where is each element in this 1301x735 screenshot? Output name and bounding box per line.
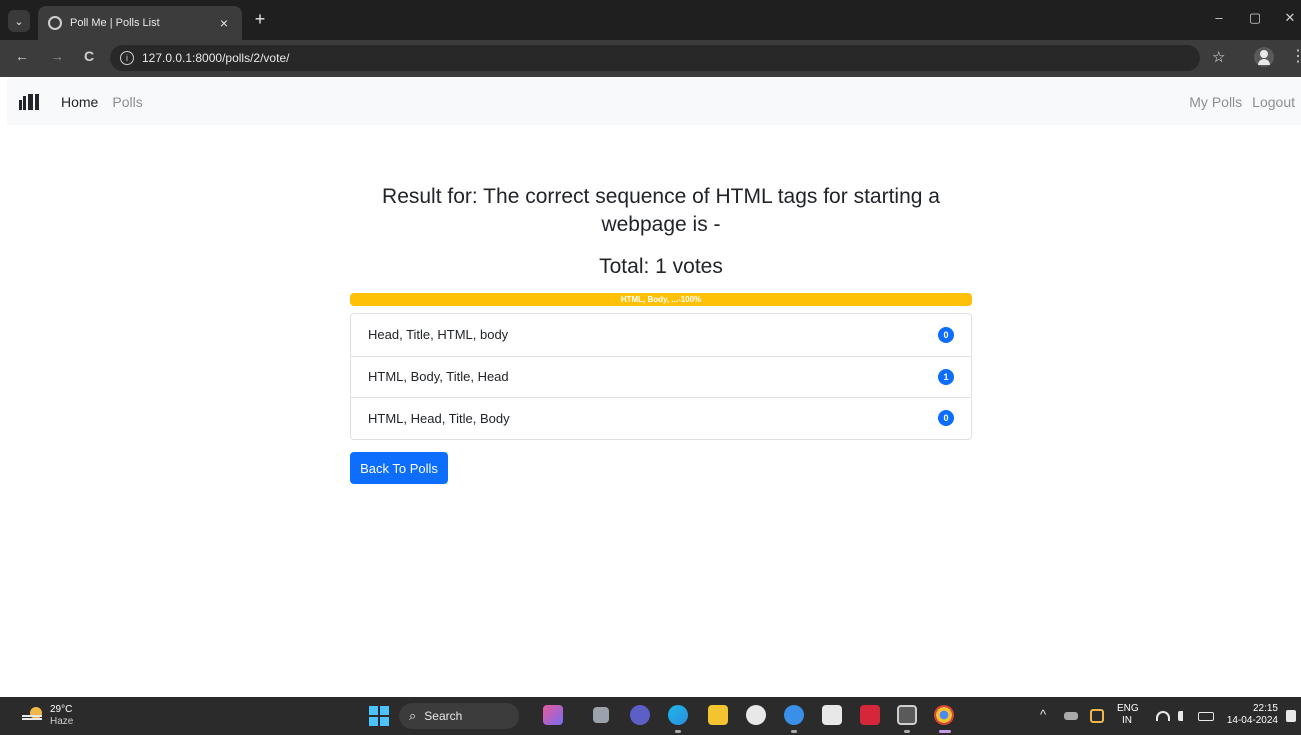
minimize-icon[interactable]: – (1209, 10, 1229, 25)
bookmark-star-icon[interactable]: ☆ (1212, 48, 1225, 66)
code-editor-icon[interactable] (784, 705, 804, 725)
profile-avatar-icon[interactable] (1254, 47, 1274, 67)
language-region: IN (1122, 715, 1132, 726)
app-tray-icon[interactable] (1090, 709, 1104, 723)
choice-label: HTML, Head, Title, Body (368, 410, 510, 426)
vote-count-badge: 0 (938, 326, 954, 343)
list-item: Head, Title, HTML, body 0 (351, 314, 971, 356)
edge-browser-icon[interactable] (668, 705, 688, 725)
copilot-app-icon[interactable] (543, 705, 563, 725)
browser-menu-icon[interactable]: ⋮ (1290, 46, 1301, 66)
search-icon: ⌕ (409, 708, 417, 723)
tab-search-chevron-icon[interactable]: ⌄ (8, 10, 30, 32)
site-navbar: Home Polls My Polls Logout (7, 79, 1301, 125)
choices-list: Head, Title, HTML, body 0 HTML, Body, Ti… (350, 313, 972, 440)
vote-count-badge: 1 (938, 368, 954, 385)
nav-logout-link[interactable]: Logout (1252, 94, 1295, 110)
close-window-icon[interactable]: ✕ (1280, 10, 1300, 26)
search-label: Search (424, 709, 463, 723)
url-bar[interactable]: i 127.0.0.1:8000/polls/2/vote/ (110, 45, 1200, 71)
chrome-app-icon[interactable] (934, 705, 954, 725)
language-indicator[interactable]: ENG (1117, 703, 1139, 714)
taskbar: 29°C Haze ⌕ Search ^ ENG IN 22:15 14-04-… (0, 697, 1301, 735)
weather-temperature: 29°C (50, 704, 73, 715)
terminal-app-icon[interactable] (897, 705, 917, 725)
back-arrow-icon[interactable]: ← (12, 48, 32, 64)
notification-bell-icon[interactable] (1286, 710, 1296, 722)
browser-tab-strip: ⌄ Poll Me | Polls List × + – ▢ ✕ (0, 0, 1301, 40)
choice-label: Head, Title, HTML, body (368, 327, 509, 343)
meet-app-icon[interactable] (630, 705, 650, 725)
file-explorer-icon[interactable] (708, 705, 728, 725)
result-progress: HTML, Body, ...-100% (350, 293, 972, 306)
nav-home-link[interactable]: Home (61, 94, 98, 110)
total-votes: Total: 1 votes (599, 255, 723, 278)
forward-arrow-icon[interactable]: → (47, 48, 67, 64)
url-text: 127.0.0.1:8000/polls/2/vote/ (142, 51, 290, 65)
nav-my-polls-link[interactable]: My Polls (1189, 94, 1242, 110)
reload-icon[interactable]: C (79, 48, 99, 64)
task-view-icon[interactable] (593, 707, 609, 723)
maximize-icon[interactable]: ▢ (1245, 10, 1265, 26)
tab-close-icon[interactable]: × (216, 15, 232, 31)
windows-start-icon[interactable] (369, 706, 389, 726)
network-tray-icon[interactable] (1064, 712, 1078, 720)
list-item: HTML, Body, Title, Head 1 (351, 355, 971, 398)
nav-polls-link[interactable]: Polls (112, 94, 142, 110)
clock-date: 14-04-2024 (1226, 715, 1278, 726)
result-title: Result for: The correct sequence of HTML… (382, 185, 940, 236)
weather-haze-icon[interactable] (22, 705, 42, 725)
wifi-icon[interactable] (1156, 711, 1170, 721)
new-tab-button[interactable]: + (250, 9, 270, 30)
weather-condition: Haze (50, 716, 74, 727)
tab-title: Poll Me | Polls List (70, 17, 160, 29)
tray-caret-icon[interactable]: ^ (1040, 707, 1046, 722)
progress-bar-fill: HTML, Body, ...-100% (350, 293, 972, 306)
brand-logo-icon[interactable] (19, 94, 41, 110)
back-to-polls-button[interactable]: Back To Polls (350, 452, 448, 484)
choice-label: HTML, Body, Title, Head (368, 369, 509, 385)
clock-time[interactable]: 22:15 (1232, 703, 1278, 714)
battery-icon[interactable] (1198, 712, 1214, 721)
site-info-icon[interactable]: i (120, 51, 134, 65)
globe-favicon-icon (48, 16, 62, 30)
list-item: HTML, Head, Title, Body 0 (351, 397, 971, 439)
vote-count-badge: 0 (938, 410, 954, 427)
mcafee-app-icon[interactable] (860, 705, 880, 725)
store-app-icon[interactable] (822, 705, 842, 725)
taskbar-search[interactable]: ⌕ Search (399, 703, 519, 729)
tab-poll-me[interactable]: Poll Me | Polls List × (38, 6, 242, 40)
github-app-icon[interactable] (746, 705, 766, 725)
volume-icon[interactable] (1178, 711, 1190, 721)
